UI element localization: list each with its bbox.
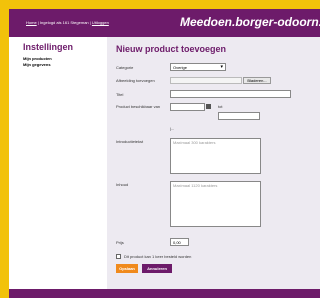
checkbox-label: Dit product kan 1 keer besteld worden [124, 254, 192, 259]
category-value: Overige [173, 65, 188, 70]
cancel-button[interactable]: Annuleren [142, 264, 172, 273]
intro-label: Introductietekst [116, 139, 144, 144]
page-footer [9, 289, 320, 298]
available-from-input[interactable] [170, 103, 205, 111]
dash-text: |... [170, 126, 175, 131]
calendar-icon[interactable] [206, 104, 211, 109]
until-label: tot [218, 104, 223, 109]
logout-link[interactable]: Uitloggen [92, 20, 109, 25]
save-button[interactable]: Opslaan [116, 264, 138, 273]
intro-textarea[interactable]: Maximaal 300 karakters [170, 138, 261, 174]
sidebar-item-my-products[interactable]: Mijn producten [23, 56, 52, 61]
sidebar-item-my-details[interactable]: Mijn gegevens [23, 62, 51, 67]
breadcrumb: Home | Ingelogd als 161 Stegeman | Uitlo… [26, 20, 109, 25]
chevron-down-icon: ▾ [220, 64, 223, 70]
content-label: Inhoud [116, 182, 129, 187]
home-link[interactable]: Home [26, 20, 37, 25]
file-path-field[interactable] [170, 77, 242, 84]
logged-in-text: Ingelogd als 161 Stegeman [39, 20, 89, 25]
once-checkbox[interactable] [116, 254, 121, 259]
price-input[interactable]: 0,00 [170, 238, 189, 246]
page-title: Nieuw product toevoegen [116, 44, 227, 54]
content-textarea[interactable]: Maximaal 1120 karakters [170, 181, 261, 227]
category-select[interactable]: Overige ▾ [170, 63, 226, 71]
available-until-input[interactable] [218, 112, 260, 120]
browse-button[interactable]: Bladeren... [243, 77, 271, 84]
category-label: Categorie [116, 65, 134, 70]
frame-top [0, 0, 320, 9]
title-label: Titel [116, 92, 124, 97]
available-label: Product beschikbaar van [116, 104, 161, 109]
frame-left [0, 0, 9, 298]
sidebar-title: Instellingen [23, 42, 74, 52]
title-input[interactable] [170, 90, 291, 98]
image-label: Afbeelding toevoegen [116, 78, 155, 83]
site-title: Meedoen.borger-odoorn. [180, 15, 320, 29]
price-label: Prijs [116, 240, 124, 245]
